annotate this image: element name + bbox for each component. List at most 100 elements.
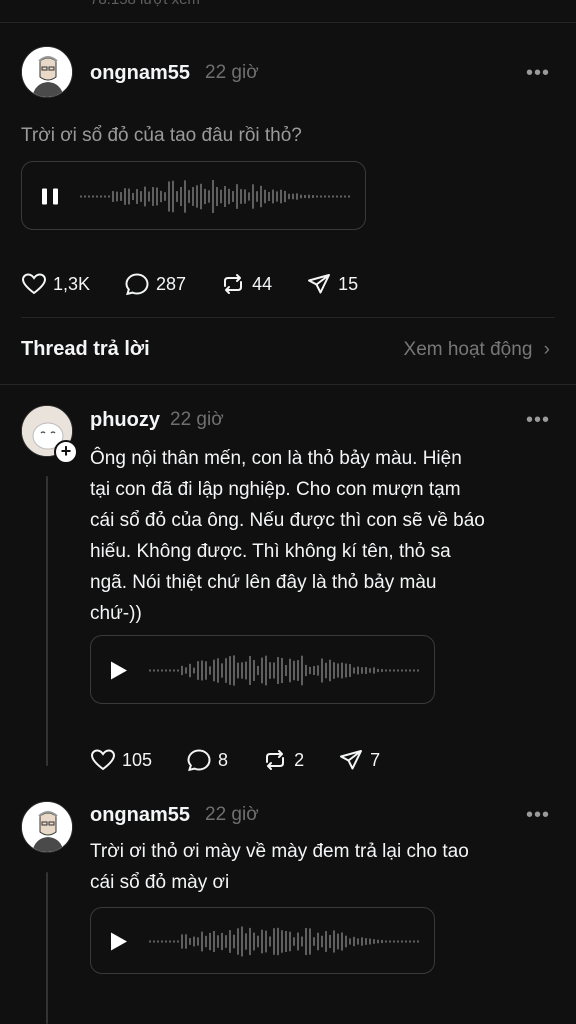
reply-username[interactable]: ongnam55 — [90, 804, 190, 827]
waveform-bar — [277, 927, 279, 956]
waveform-bar — [401, 940, 403, 943]
share-button[interactable]: 7 — [338, 748, 380, 772]
more-options-icon[interactable]: ••• — [526, 409, 550, 432]
waveform-bar — [120, 192, 122, 201]
waveform-bar — [293, 937, 295, 946]
waveform-bar — [333, 662, 335, 679]
waveform-bar — [313, 665, 315, 676]
waveform-bar — [245, 933, 247, 950]
thread-replies-title: Thread trả lời — [21, 338, 150, 360]
view-activity-link[interactable]: Xem hoạt động › — [404, 339, 550, 361]
waveform-bar — [280, 189, 282, 204]
waveform-bar — [128, 188, 130, 205]
waveform-bar — [397, 940, 399, 943]
waveform-bar — [161, 940, 163, 943]
waveform-bar — [248, 192, 250, 201]
reply-button[interactable]: 8 — [186, 748, 228, 772]
waveform-bar — [232, 191, 234, 202]
share-count: 15 — [338, 273, 359, 294]
repost-button[interactable]: 2 — [262, 748, 304, 772]
waveform-bar — [88, 195, 90, 198]
reply-button[interactable]: 287 — [124, 272, 186, 296]
waveform-bar — [253, 932, 255, 951]
audio-waveform[interactable] — [91, 908, 436, 975]
post-time: 22 giờ — [205, 62, 259, 83]
waveform-bar — [313, 937, 315, 946]
waveform-bar — [365, 938, 367, 945]
avatar-ongnam55[interactable] — [21, 801, 73, 853]
waveform-bar — [173, 669, 175, 672]
share-button[interactable]: 15 — [306, 272, 358, 296]
views-count: 78.158 lượt xem — [90, 0, 200, 8]
audio-player[interactable] — [21, 161, 366, 230]
repost-icon — [224, 274, 243, 294]
like-button[interactable]: 1,3K — [21, 272, 90, 296]
post-username[interactable]: ongnam55 — [90, 62, 190, 85]
audio-player[interactable] — [90, 907, 435, 974]
audio-player[interactable] — [90, 635, 435, 704]
waveform-bar — [377, 668, 379, 673]
repost-button[interactable]: 44 — [220, 272, 272, 296]
waveform-bar — [80, 195, 82, 198]
waveform-bar — [389, 669, 391, 672]
waveform-bar — [409, 940, 411, 943]
waveform-bar — [201, 660, 203, 681]
follow-plus-icon[interactable]: + — [54, 440, 78, 464]
audio-waveform[interactable] — [22, 162, 367, 231]
waveform-bar — [385, 669, 387, 672]
waveform-bar — [292, 193, 294, 200]
waveform-bar — [261, 929, 263, 954]
waveform-bar — [385, 940, 387, 943]
waveform-bar — [269, 936, 271, 947]
waveform-bar — [249, 656, 251, 685]
waveform-bar — [257, 935, 259, 948]
more-options-icon[interactable]: ••• — [526, 804, 550, 827]
waveform-bar — [213, 659, 215, 682]
waveform-bar — [361, 937, 363, 946]
audio-waveform[interactable] — [91, 636, 436, 705]
reply-time: 22 giờ — [170, 409, 224, 430]
waveform-bar — [124, 188, 126, 205]
waveform-bar — [209, 932, 211, 951]
waveform-bar — [201, 931, 203, 952]
comment-icon — [187, 749, 211, 772]
waveform-bar — [217, 935, 219, 948]
waveform-bar — [357, 938, 359, 945]
waveform-bar — [357, 666, 359, 675]
waveform-bar — [181, 934, 183, 949]
waveform-bar — [181, 665, 183, 676]
reply-text: Trời ơi thỏ ơi mày về mày đem trả lại ch… — [90, 841, 469, 893]
waveform-bar — [169, 669, 171, 672]
waveform-bar — [341, 662, 343, 679]
waveform-bar — [165, 669, 167, 672]
waveform-bar — [317, 665, 319, 676]
waveform-bar — [157, 940, 159, 943]
send-icon — [308, 274, 331, 294]
waveform-bar — [369, 668, 371, 673]
waveform-bar — [281, 657, 283, 684]
waveform-bar — [417, 940, 419, 943]
waveform-bar — [273, 662, 275, 679]
waveform-bar — [200, 183, 202, 210]
reply-count: 287 — [156, 273, 187, 294]
avatar-ongnam55[interactable] — [21, 46, 73, 98]
waveform-bar — [172, 180, 174, 213]
waveform-bar — [217, 658, 219, 683]
more-options-icon[interactable]: ••• — [526, 62, 550, 85]
waveform-bar — [373, 667, 375, 674]
waveform-bar — [96, 195, 98, 198]
play-icon[interactable] — [111, 661, 127, 680]
pause-icon[interactable] — [42, 188, 47, 205]
waveform-bar — [284, 190, 286, 203]
pause-icon[interactable] — [53, 188, 58, 205]
waveform-bar — [276, 191, 278, 202]
like-button[interactable]: 105 — [90, 748, 152, 772]
waveform-bar — [220, 189, 222, 204]
waveform-bar — [265, 930, 267, 953]
waveform-bar — [221, 932, 223, 951]
reply-username[interactable]: phuozy — [90, 409, 160, 432]
play-icon[interactable] — [111, 932, 127, 951]
waveform-bar — [225, 935, 227, 948]
repost-icon — [266, 750, 285, 770]
waveform-bar — [253, 660, 255, 681]
